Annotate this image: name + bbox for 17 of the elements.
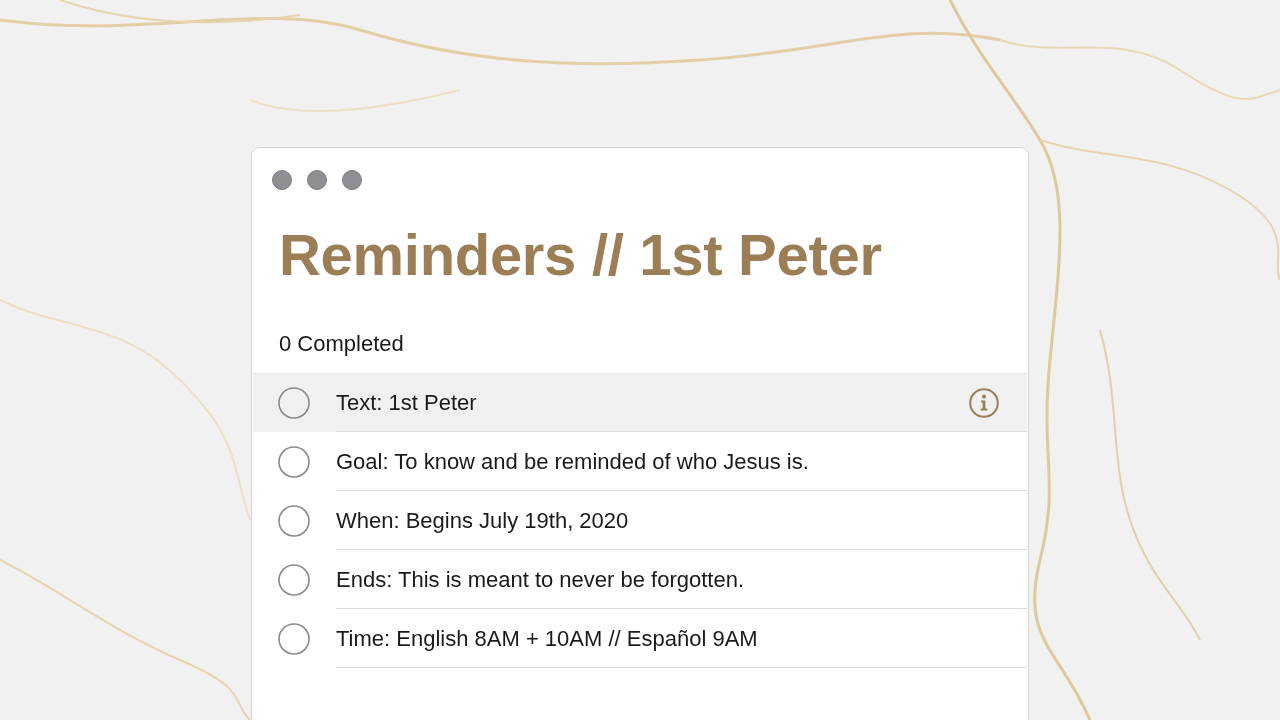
reminder-text: Ends: This is meant to never be forgotten. [336, 565, 745, 594]
list-title: Reminders // 1st Peter [279, 223, 882, 287]
window-control-icon[interactable] [272, 170, 292, 190]
reminder-text: Time: English 8AM + 10AM // Español 9AM [336, 624, 758, 653]
reminder-text: When: Begins July 19th, 2020 [336, 506, 629, 535]
checkbox-circle[interactable] [278, 505, 310, 537]
info-icon[interactable] [969, 387, 999, 418]
checkbox-circle[interactable] [278, 564, 310, 596]
completed-count: 0 Completed [279, 330, 404, 358]
window-control-icon[interactable] [307, 170, 327, 190]
checkbox-circle[interactable] [278, 446, 310, 478]
reminder-text: Goal: To know and be reminded of who Jesus is. [336, 447, 809, 476]
reminder-text: Text: 1st Peter [336, 388, 477, 417]
reminder-row[interactable]: Text: 1st Peter [253, 373, 1027, 432]
checkbox-circle[interactable] [278, 623, 310, 655]
window-control-icon[interactable] [342, 170, 362, 190]
checkbox-circle[interactable] [278, 387, 310, 419]
